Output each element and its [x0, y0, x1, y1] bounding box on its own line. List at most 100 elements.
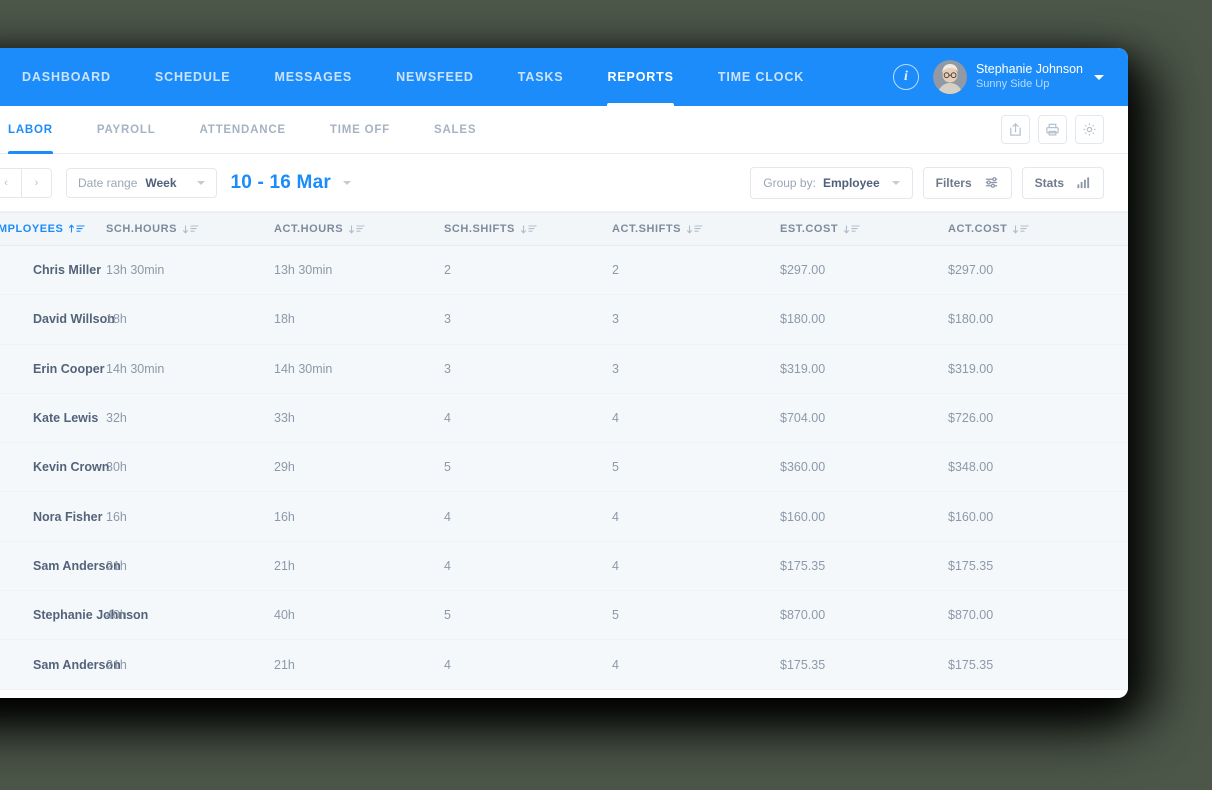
cell-act-hours: 18h	[274, 312, 295, 327]
column-header-act-shifts[interactable]: ACT.SHIFTS	[612, 223, 780, 235]
cell-est-cost: $360.00	[780, 460, 826, 475]
column-header-est-cost[interactable]: EST.COST	[780, 223, 948, 235]
table-row[interactable]: Nora Fisher 16h 16h 4 4 $160.00 $160.00	[0, 492, 1128, 542]
next-period-button[interactable]: ›	[21, 168, 51, 197]
cell-act-hours: 21h	[274, 558, 295, 573]
user-info: Stephanie Johnson Sunny Side Up	[976, 62, 1083, 91]
cell-sch-shifts: 4	[444, 411, 451, 426]
filters-button[interactable]: Filters	[922, 166, 1012, 199]
cell-act-shifts: 3	[612, 361, 619, 376]
stats-button[interactable]: Stats	[1021, 166, 1104, 199]
column-header-sch-shifts[interactable]: SCH.SHIFTS	[444, 223, 612, 235]
nav-item-messages[interactable]: MESSAGES	[252, 48, 374, 106]
main-nav-items: DASHBOARD SCHEDULE MESSAGES NEWSFEED TASKS RE…	[0, 48, 893, 106]
employee-name: Chris Miller	[33, 263, 102, 278]
report-toolbar: ‹ › Date range Week 10 - 16 Mar Group by…	[0, 154, 1128, 212]
table-row[interactable]: Kevin Crown 30h 29h 5 5 $360.00 $348.00	[0, 443, 1128, 493]
table-row[interactable]: Chris Miller 13h 30min 13h 30min 2 2 $297.00 $…	[0, 246, 1128, 296]
column-header-act-hours[interactable]: ACT.HOURS	[274, 223, 444, 235]
gear-icon[interactable]	[1075, 115, 1104, 144]
print-icon[interactable]	[1038, 115, 1067, 144]
avatar	[932, 60, 967, 94]
subnav-item-payroll[interactable]: PAYROLL	[75, 106, 178, 154]
date-range-label: Date range	[78, 175, 138, 190]
chevron-down-icon[interactable]	[1094, 74, 1104, 80]
cell-act-cost: $175.35	[948, 657, 994, 672]
employee-name: Erin Cooper	[33, 361, 105, 376]
cell-est-cost: $870.00	[780, 608, 826, 623]
cell-act-hours: 40h	[274, 608, 295, 623]
user-company: Sunny Side Up	[975, 77, 1050, 90]
column-header-label: SCH.SHIFTS	[444, 223, 515, 235]
sort-icon[interactable]	[686, 224, 703, 234]
cell-employee: David Willson	[0, 304, 115, 334]
employee-name: Kate Lewis	[33, 411, 99, 426]
cell-est-cost: $175.35	[780, 558, 826, 573]
column-header-label: ACT.HOURS	[274, 223, 344, 235]
cell-employee: Nora Fisher	[0, 502, 106, 532]
export-icon[interactable]	[1001, 115, 1030, 144]
cell-est-cost: $160.00	[780, 509, 826, 524]
table-row[interactable]: David Willson 18h 18h 3 3 $180.00 $180.00	[0, 295, 1128, 345]
group-by-select[interactable]: Group by: Employee	[750, 166, 913, 199]
subnav-item-attendance[interactable]: ATTENDANCE	[178, 106, 308, 154]
cell-sch-shifts: 4	[444, 509, 451, 524]
group-by-value: Employee	[822, 175, 880, 190]
cell-act-cost: $348.00	[948, 460, 994, 475]
nav-item-tasks[interactable]: TASKS	[496, 48, 586, 106]
stats-label: Stats	[1034, 175, 1064, 190]
cell-sch-hours: 18h	[106, 312, 127, 327]
cell-act-hours: 13h 30min	[274, 263, 333, 278]
employee-name: Nora Fisher	[33, 509, 103, 524]
table-row[interactable]: Sam Anderson 21h 21h 4 4 $175.35 $175.35	[0, 640, 1128, 690]
stats-icon	[1077, 177, 1090, 189]
info-icon[interactable]: i	[892, 64, 919, 90]
cell-act-hours: 16h	[274, 509, 295, 524]
toolbar-right-group: Group by: Employee Filters Stats	[750, 166, 1128, 199]
sort-icon[interactable]	[348, 224, 365, 234]
cell-act-shifts: 5	[612, 608, 619, 623]
subnav-item-sales[interactable]: SALES	[412, 106, 498, 154]
column-header-label: EST.COST	[780, 223, 839, 235]
sort-icon[interactable]	[1012, 224, 1029, 234]
nav-item-dashboard[interactable]: DASHBOARD	[0, 48, 133, 106]
cell-sch-shifts: 3	[444, 312, 451, 327]
sort-icon[interactable]	[68, 224, 85, 234]
cell-act-cost: $175.35	[948, 558, 994, 573]
date-display[interactable]: 10 - 16 Mar	[231, 172, 351, 194]
nav-item-reports[interactable]: REPORTS	[585, 48, 695, 106]
user-menu[interactable]: Stephanie Johnson Sunny Side Up	[932, 60, 1104, 94]
column-header-employees[interactable]: EMPLOYEES	[0, 223, 106, 235]
table-row[interactable]: Sam Anderson 21h 21h 4 4 $175.35 $175.35	[0, 541, 1128, 592]
cell-act-cost: $160.00	[948, 509, 994, 524]
cell-act-shifts: 4	[612, 558, 619, 573]
subnav-item-time-off[interactable]: TIME OFF	[308, 106, 412, 154]
cell-act-hours: 14h 30min	[274, 361, 333, 376]
sort-icon[interactable]	[520, 224, 537, 234]
column-header-sch-hours[interactable]: SCH.HOURS	[106, 223, 274, 235]
sub-nav-actions	[1001, 115, 1128, 144]
subnav-item-labor[interactable]: LABOR	[0, 106, 75, 154]
nav-item-time-clock[interactable]: TIME CLOCK	[696, 48, 826, 106]
sub-navigation-bar: LABOR PAYROLL ATTENDANCE TIME OFF SALES	[0, 106, 1128, 154]
table-row[interactable]: Kate Lewis 32h 33h 4 4 $704.00 $726.00	[0, 393, 1128, 444]
cell-act-shifts: 2	[612, 263, 619, 278]
table-row[interactable]: Stephanie Johnson 40h 40h 5 5 $870.00 $870.00	[0, 591, 1128, 641]
sort-icon[interactable]	[843, 224, 860, 234]
date-range-select[interactable]: Date range Week	[66, 167, 217, 198]
cell-employee: Sam Anderson	[0, 551, 121, 581]
table-row[interactable]: Erin Cooper 14h 30min 14h 30min 3 3 $319.00 $3…	[0, 344, 1128, 394]
table-body: Chris Miller 13h 30min 13h 30min 2 2 $297.00 $…	[0, 246, 1128, 690]
nav-item-schedule[interactable]: SCHEDULE	[133, 48, 253, 106]
top-navigation-bar: DASHBOARD SCHEDULE MESSAGES NEWSFEED TASKS RE…	[0, 48, 1128, 106]
cell-sch-shifts: 5	[444, 460, 451, 475]
cell-act-shifts: 4	[612, 509, 619, 524]
date-stepper: ‹ ›	[0, 167, 52, 198]
cell-act-cost: $726.00	[948, 411, 994, 426]
sort-icon[interactable]	[182, 224, 199, 234]
column-header-act-cost[interactable]: ACT.COST	[948, 223, 1118, 235]
nav-item-newsfeed[interactable]: NEWSFEED	[374, 48, 496, 106]
prev-period-button[interactable]: ‹	[0, 168, 21, 197]
chevron-down-icon	[891, 180, 900, 185]
cell-act-shifts: 4	[612, 657, 619, 672]
